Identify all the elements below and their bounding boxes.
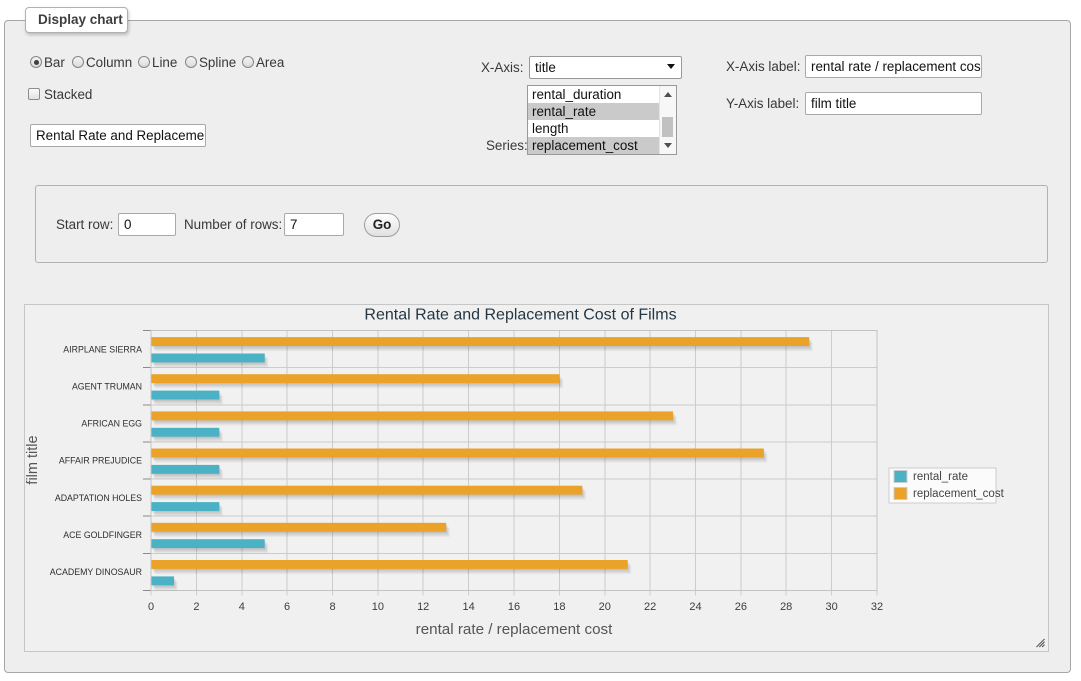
svg-text:30: 30: [825, 601, 837, 613]
svg-text:ADAPTATION HOLES: ADAPTATION HOLES: [54, 493, 141, 503]
svg-text:rental_rate: rental_rate: [913, 471, 968, 483]
svg-text:6: 6: [284, 601, 290, 613]
svg-text:16: 16: [507, 601, 519, 613]
svg-text:ACADEMY DINOSAUR: ACADEMY DINOSAUR: [49, 567, 141, 577]
svg-text:AFRICAN EGG: AFRICAN EGG: [81, 419, 142, 429]
svg-text:32: 32: [870, 601, 882, 613]
svg-text:18: 18: [553, 601, 565, 613]
svg-text:film title: film title: [25, 435, 41, 484]
svg-text:20: 20: [598, 601, 610, 613]
svg-text:4: 4: [238, 601, 244, 613]
svg-text:AIRPLANE SIERRA: AIRPLANE SIERRA: [63, 344, 142, 354]
svg-text:22: 22: [643, 601, 655, 613]
svg-text:8: 8: [329, 601, 335, 613]
svg-text:10: 10: [371, 601, 383, 613]
svg-text:AGENT TRUMAN: AGENT TRUMAN: [71, 381, 141, 391]
svg-text:AFFAIR PREJUDICE: AFFAIR PREJUDICE: [58, 456, 141, 466]
svg-text:2: 2: [193, 601, 199, 613]
svg-text:Rental Rate and Replacement Co: Rental Rate and Replacement Cost of Film…: [364, 307, 676, 324]
svg-text:26: 26: [734, 601, 746, 613]
svg-text:replacement_cost: replacement_cost: [913, 488, 1005, 500]
svg-text:0: 0: [147, 601, 153, 613]
svg-text:ACE GOLDFINGER: ACE GOLDFINGER: [63, 530, 142, 540]
svg-text:24: 24: [689, 601, 701, 613]
svg-text:12: 12: [417, 601, 429, 613]
svg-text:rental rate / replacement cost: rental rate / replacement cost: [415, 621, 612, 638]
svg-text:28: 28: [780, 601, 792, 613]
svg-text:14: 14: [462, 601, 474, 613]
